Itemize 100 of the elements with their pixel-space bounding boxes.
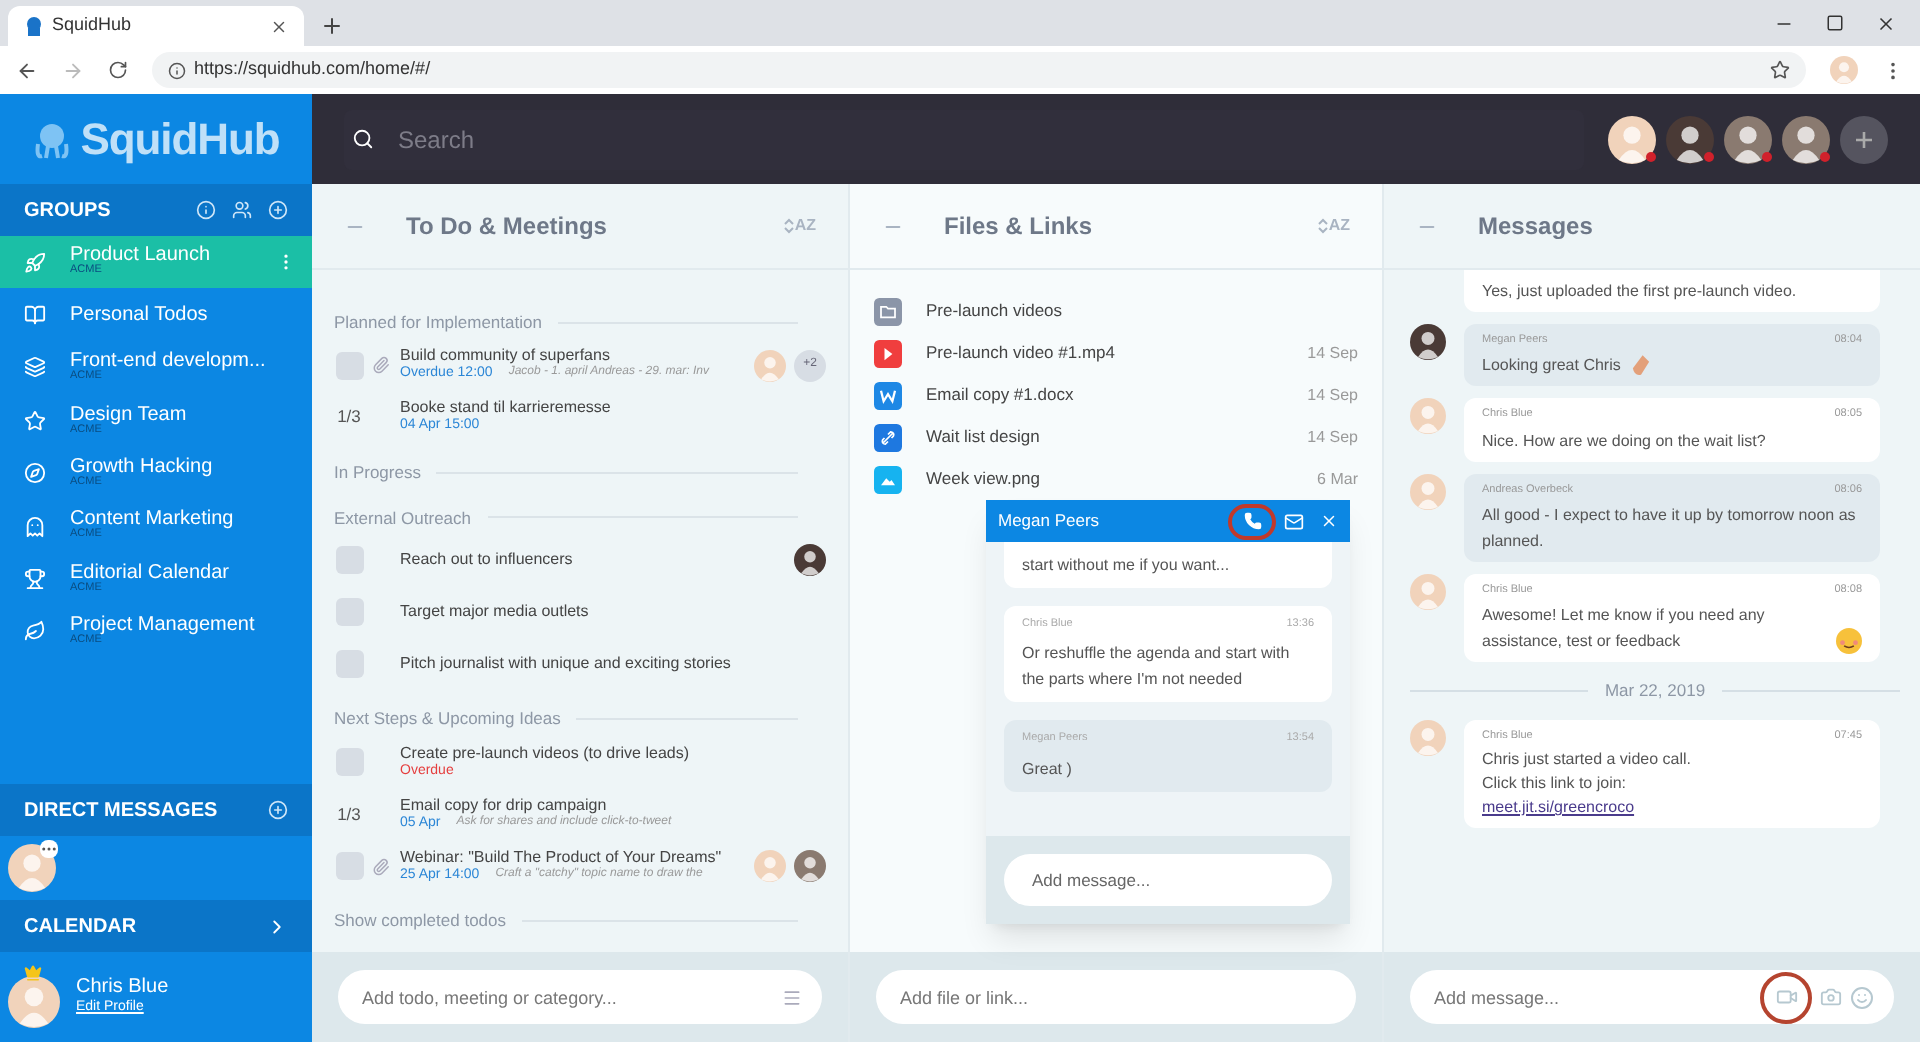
- checkbox[interactable]: [335, 598, 363, 627]
- message-text: Nice. How are we doing on the wait list?: [1482, 429, 1766, 453]
- forward-icon[interactable]: [62, 59, 84, 81]
- todo-title[interactable]: Create pre-launch videos (to drive leads): [400, 743, 826, 764]
- plus-icon: [1854, 129, 1874, 149]
- todo-title[interactable]: Pitch journalist with unique and exciting stories: [400, 654, 826, 675]
- section-heading: Next Steps & Upcoming Ideas: [334, 706, 561, 732]
- file-row[interactable]: Email copy #1.docx 14 Sep: [874, 374, 1358, 416]
- subtask-count: 1/3: [337, 801, 361, 827]
- avatar: [8, 975, 60, 1027]
- file-row[interactable]: Week view.png 6 Mar: [874, 458, 1358, 500]
- todo-title[interactable]: Target major media outlets: [400, 602, 826, 623]
- close-window-icon[interactable]: [1876, 14, 1896, 34]
- message-text: Chris just started a video call.: [1482, 748, 1693, 772]
- squid-icon: [24, 16, 44, 36]
- book-icon: [24, 304, 46, 327]
- list-icon[interactable]: [782, 987, 802, 1007]
- tab-title: SquidHub: [52, 12, 134, 39]
- group-name: Product Launch: [70, 246, 213, 267]
- message-input-field[interactable]: Add message...: [1004, 854, 1332, 906]
- avatar: [1782, 115, 1830, 163]
- file-name: Pre-launch videos: [926, 298, 1065, 324]
- reload-icon[interactable]: [108, 60, 128, 80]
- group-name: Design Team: [70, 405, 189, 426]
- add-icon[interactable]: [268, 200, 288, 220]
- bookmark-icon[interactable]: [1770, 60, 1790, 80]
- avatar: [1830, 56, 1858, 84]
- todo-title[interactable]: Email copy for drip campaign: [400, 795, 826, 816]
- avatar: [754, 349, 786, 382]
- checkbox[interactable]: [335, 650, 363, 679]
- file-input-field[interactable]: Add file or link...: [876, 970, 1356, 1024]
- squid-logo-icon: [32, 119, 73, 159]
- leaf-icon: [24, 620, 46, 643]
- section-heading: In Progress: [334, 459, 421, 485]
- todo-title[interactable]: Build community of superfans: [400, 346, 746, 367]
- avatar: [8, 844, 56, 892]
- file-row[interactable]: Pre-launch videos: [874, 290, 1358, 332]
- avatar: [1410, 324, 1446, 360]
- direct-messages-heading: DIRECT MESSAGES: [24, 797, 220, 825]
- smiling-face-icon: [1836, 628, 1862, 654]
- checkbox[interactable]: [335, 351, 363, 380]
- checkbox[interactable]: [335, 546, 363, 575]
- avatar: [754, 850, 786, 882]
- message-text: Great ): [1022, 757, 1074, 781]
- crown-icon: [24, 963, 42, 981]
- add-icon[interactable]: [268, 800, 288, 820]
- column-title: To Do & Meetings: [406, 210, 609, 244]
- members-icon[interactable]: [232, 200, 252, 220]
- group-name: Project Management: [70, 616, 257, 637]
- file-row[interactable]: Pre-launch video #1.mp4 14 Sep: [874, 332, 1358, 374]
- avatar: [1608, 115, 1656, 163]
- calendar-heading: CALENDAR: [24, 913, 139, 941]
- new-tab-icon[interactable]: [320, 14, 344, 38]
- phone-icon[interactable]: [1243, 512, 1261, 530]
- info-icon[interactable]: [196, 200, 216, 220]
- column-title: Files & Links: [944, 210, 1095, 244]
- message-text: Awesome! Let me know if you need any assistance, test or feedback: [1482, 604, 1767, 654]
- file-date: 14 Sep: [1307, 425, 1358, 449]
- todo-title[interactable]: Booke stand til karrieremesse: [400, 398, 826, 419]
- section-heading: Show completed todos: [334, 908, 506, 934]
- close-tab-icon[interactable]: [270, 17, 288, 35]
- video-icon: [874, 339, 902, 367]
- avatar: [1410, 719, 1446, 756]
- avatar: [1410, 398, 1446, 435]
- todo-title[interactable]: Reach out to influencers: [400, 550, 786, 571]
- maximize-icon[interactable]: [1826, 14, 1844, 32]
- sort-icon: [784, 218, 795, 234]
- add-member-button[interactable]: [1840, 115, 1888, 163]
- section-heading: Planned for Implementation: [334, 310, 542, 336]
- group-item[interactable]: Personal Todos: [0, 288, 312, 342]
- avatar: [794, 850, 826, 882]
- column-title: Messages: [1478, 210, 1595, 244]
- url-text: https://squidhub.com/home/#/: [194, 56, 431, 83]
- meeting-link[interactable]: meet.jit.si/greencroco: [1482, 796, 1635, 820]
- image-icon: [874, 465, 902, 493]
- avatar: [794, 544, 826, 577]
- address-bar[interactable]: https://squidhub.com/home/#/: [152, 52, 1806, 88]
- todo-input-field[interactable]: Add todo, meeting or category...: [338, 970, 822, 1024]
- back-icon[interactable]: [16, 59, 38, 81]
- message-text: Click this link to join:: [1482, 772, 1629, 796]
- profile-name: Chris Blue: [76, 975, 169, 999]
- groups-heading: GROUPS: [24, 197, 113, 225]
- section-heading: External Outreach: [334, 505, 472, 531]
- sort-icon: [1318, 218, 1329, 234]
- checkbox[interactable]: [335, 852, 363, 880]
- browser-tab[interactable]: SquidHub: [8, 6, 304, 46]
- mail-icon[interactable]: [1284, 511, 1304, 531]
- message-text: Looking great Chris: [1482, 354, 1621, 379]
- file-date: 6 Mar: [1317, 467, 1358, 491]
- todo-title[interactable]: Webinar: "Build The Product of Your Dreams": [400, 847, 746, 868]
- file-name: Email copy #1.docx: [926, 382, 1076, 408]
- info-icon: [168, 61, 186, 79]
- message-text: All good - I expect to have it up by tomorrow noon as planned.: [1482, 503, 1858, 554]
- group-name: Editorial Calendar: [70, 563, 231, 584]
- checkbox[interactable]: [335, 748, 363, 776]
- group-name: Front-end developm...: [70, 352, 268, 373]
- message-text: Yes, just uploaded the first pre-launch video.: [1482, 280, 1797, 304]
- file-row[interactable]: Wait list design 14 Sep: [874, 416, 1358, 458]
- group-name: Content Marketing: [70, 510, 236, 531]
- close-icon[interactable]: [1320, 512, 1338, 530]
